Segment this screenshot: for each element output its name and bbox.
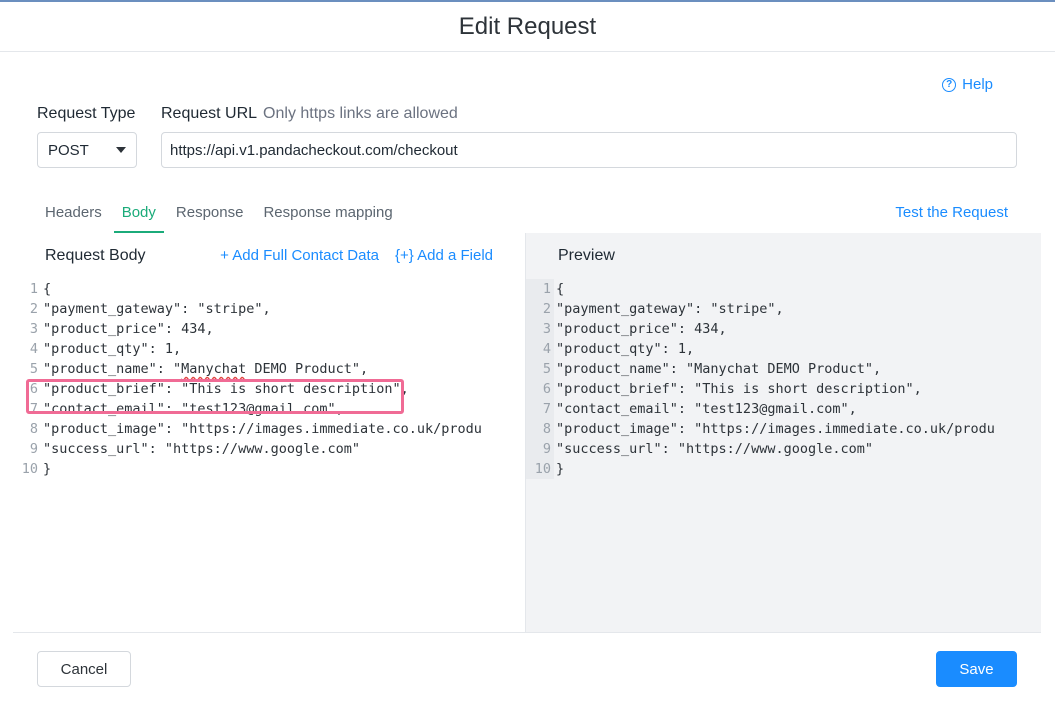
request-body-title: Request Body <box>45 247 146 264</box>
code-text: "product_name": "Manychat DEMO Product", <box>556 361 882 377</box>
line-number: 7 <box>526 399 554 419</box>
code-line: 1{ <box>13 279 525 299</box>
code-text-part: DEMO Product", <box>246 361 369 377</box>
code-text: "contact_email": "test123@gmail.com", <box>43 401 344 417</box>
request-type-select[interactable]: POST <box>37 132 137 168</box>
save-button[interactable]: Save <box>936 651 1017 687</box>
request-url-input[interactable] <box>161 132 1017 168</box>
code-line: 8 "product_image": "https://images.immedi… <box>526 419 1041 439</box>
code-text: "product_qty": 1, <box>43 341 182 357</box>
line-number: 8 <box>13 419 41 439</box>
question-circle-icon: ? <box>942 77 957 92</box>
code-line: 10} <box>526 459 1041 479</box>
code-text: "product_image": "https://images.immedia… <box>43 421 482 437</box>
tab-response-mapping[interactable]: Response mapping <box>255 200 400 233</box>
line-number: 9 <box>13 439 41 459</box>
code-text: "success_url": "https://www.google.com" <box>43 441 360 457</box>
request-url-label: Request URL Only https links are allowed <box>161 105 458 122</box>
code-text: "product_name": "Manychat DEMO Product", <box>41 359 368 379</box>
line-number: 10 <box>526 459 554 479</box>
code-line: 4 "product_qty": 1, <box>13 339 525 359</box>
tab-body[interactable]: Body <box>113 200 164 233</box>
preview-editor: 1{ 2 "payment_gateway": "stripe", 3 "produ… <box>526 279 1041 479</box>
line-number: 3 <box>526 319 554 339</box>
cancel-button[interactable]: Cancel <box>37 651 131 687</box>
edit-request-modal: Edit Request ? Help Request Type Request… <box>0 0 1055 708</box>
code-text: "product_brief": "This is short descript… <box>43 381 409 397</box>
editor-panels: Request Body + Add Full Contact Data {+}… <box>13 233 1041 633</box>
code-line: 9 "success_url": "https://www.google.com" <box>526 439 1041 459</box>
line-number: 2 <box>526 299 554 319</box>
code-text: "product_price": 434, <box>556 321 727 337</box>
code-line: 3 "product_price": 434, <box>526 319 1041 339</box>
modal-header: Edit Request <box>0 2 1055 52</box>
caret-down-icon <box>116 147 126 153</box>
help-label: Help <box>962 76 993 93</box>
code-text: { <box>43 281 52 297</box>
line-number: 9 <box>526 439 554 459</box>
code-line: 3 "product_price": 434, <box>13 319 525 339</box>
body-actions: + Add Full Contact Data {+} Add a Field <box>220 247 493 264</box>
line-number: 8 <box>526 419 554 439</box>
code-text: } <box>43 461 52 477</box>
misspelled-word: Manychat <box>181 361 247 377</box>
code-text: "product_price": 434, <box>43 321 214 337</box>
request-body-editor[interactable]: 1{ 2 "payment_gateway": "stripe", 3 "produ… <box>13 279 525 479</box>
line-number: 10 <box>13 459 41 479</box>
code-line: 5 "product_name": "Manychat DEMO Product"… <box>526 359 1041 379</box>
modal-title: Edit Request <box>458 12 597 40</box>
request-type-value: POST <box>48 141 89 159</box>
line-number: 2 <box>13 299 41 319</box>
code-text: "payment_gateway": "stripe", <box>556 301 784 317</box>
code-text: "product_image": "https://images.immedia… <box>556 421 995 437</box>
code-line: 9 "success_url": "https://www.google.com" <box>13 439 525 459</box>
code-line: 2 "payment_gateway": "stripe", <box>526 299 1041 319</box>
code-line: 5 "product_name": "Manychat DEMO Product"… <box>13 359 525 379</box>
code-line: 6 "product_brief": "This is short descrip… <box>13 379 525 399</box>
line-number: 1 <box>13 279 41 299</box>
code-text: } <box>556 461 565 477</box>
line-number: 3 <box>13 319 41 339</box>
code-text: "success_url": "https://www.google.com" <box>556 441 873 457</box>
test-request-link[interactable]: Test the Request <box>895 204 1008 221</box>
code-text: "product_qty": 1, <box>556 341 695 357</box>
code-line: 10} <box>13 459 525 479</box>
line-number: 4 <box>13 339 41 359</box>
code-line: 7 "contact_email": "test123@gmail.com", <box>526 399 1041 419</box>
add-full-contact-data-link[interactable]: + Add Full Contact Data <box>220 247 379 264</box>
preview-panel: Preview 1{ 2 "payment_gateway": "stripe",… <box>526 233 1041 632</box>
request-tabs: Headers Body Response Response mapping <box>37 200 405 233</box>
line-number: 4 <box>526 339 554 359</box>
preview-title: Preview <box>558 247 615 264</box>
code-text: "product_brief": "This is short descript… <box>556 381 922 397</box>
line-number: 1 <box>526 279 554 299</box>
code-text: "payment_gateway": "stripe", <box>43 301 271 317</box>
line-number: 6 <box>526 379 554 399</box>
add-field-link[interactable]: {+} Add a Field <box>395 247 493 264</box>
code-line: 7 "contact_email": "test123@gmail.com", <box>13 399 525 419</box>
code-line: 2 "payment_gateway": "stripe", <box>13 299 525 319</box>
line-number: 7 <box>13 399 41 419</box>
tab-response[interactable]: Response <box>168 200 252 233</box>
code-line: 8 "product_image": "https://images.immedi… <box>13 419 525 439</box>
line-number: 6 <box>13 379 41 399</box>
line-number: 5 <box>526 359 554 379</box>
code-line: 4 "product_qty": 1, <box>526 339 1041 359</box>
tab-headers[interactable]: Headers <box>37 200 110 233</box>
code-text: "contact_email": "test123@gmail.com", <box>556 401 857 417</box>
code-line: 6 "product_brief": "This is short descrip… <box>526 379 1041 399</box>
line-number: 5 <box>13 359 41 379</box>
code-text: { <box>556 281 565 297</box>
code-line: 1{ <box>526 279 1041 299</box>
request-url-hint: Only https links are allowed <box>263 105 458 122</box>
request-body-panel: Request Body + Add Full Contact Data {+}… <box>13 233 526 632</box>
request-type-label: Request Type <box>37 105 136 122</box>
code-text-part: "product_name": " <box>43 361 182 377</box>
help-link[interactable]: ? Help <box>942 76 993 93</box>
